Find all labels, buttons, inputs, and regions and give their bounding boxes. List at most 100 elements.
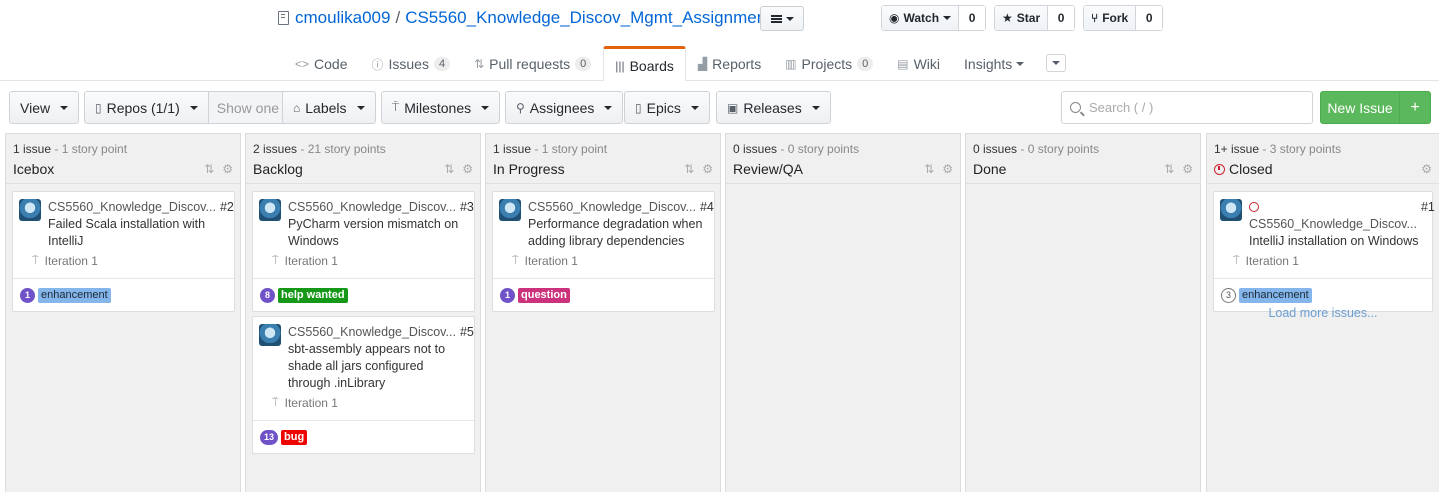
card-number[interactable]: #4 [700, 199, 714, 216]
book-icon: ▤ [897, 57, 909, 71]
card-title[interactable]: IntelliJ installation on Windows [1249, 233, 1424, 250]
story-points-badge: 1 [500, 287, 515, 303]
card-repo-name: CS5560_Knowledge_Discov... [288, 200, 456, 214]
column-issue-count: 1 issue [13, 142, 52, 156]
label-help-wanted[interactable]: help wanted [278, 287, 348, 303]
label-enhancement[interactable]: enhancement [38, 287, 111, 303]
gear-icon[interactable]: ⚙ [942, 162, 953, 176]
card-iteration: ⍑ Iteration 1 [272, 395, 466, 412]
column-header: 0 issues - 0 story points Review/QA ⇅ ⚙ [726, 134, 960, 184]
new-issue-button[interactable]: New Issue [1321, 92, 1400, 123]
star-count[interactable]: 0 [1048, 6, 1075, 30]
card-repo-name: CS5560_Knowledge_Discov... [288, 325, 456, 339]
column-icebox: 1 issue - 1 story point Icebox ⇅ ⚙ CS5560… [5, 133, 241, 492]
labels-dropdown[interactable]: ⌂ Labels [282, 91, 376, 124]
tab-issues[interactable]: ⓘ Issues 4 [359, 46, 462, 81]
repo-owner-link[interactable]: cmoulika009 [295, 8, 390, 28]
iteration-label[interactable]: Iteration 1 [45, 253, 98, 270]
closed-issue-icon [1249, 202, 1259, 212]
view-dropdown[interactable]: View [9, 91, 80, 124]
column-story-points: - 3 story points [1259, 142, 1342, 156]
card-number[interactable]: #3 [460, 199, 474, 216]
gear-icon[interactable]: ⚙ [1182, 162, 1193, 176]
watch-count[interactable]: 0 [959, 6, 986, 30]
column-story-points: - 0 story points [777, 142, 860, 156]
gear-icon[interactable]: ⚙ [462, 162, 473, 176]
new-issue-plus-button[interactable]: + [1400, 92, 1430, 123]
card-title[interactable]: Failed Scala installation with IntelliJ [48, 216, 226, 250]
tab-code[interactable]: <> Code [283, 46, 359, 81]
tab-wiki[interactable]: ▤ Wiki [885, 46, 952, 81]
card-number[interactable]: #1 [1421, 199, 1435, 233]
column-issue-count: 0 issues [733, 142, 778, 156]
card-number[interactable]: #2 [220, 199, 234, 216]
gear-icon[interactable]: ⚙ [222, 162, 233, 176]
repo-list-menu-button[interactable] [760, 6, 804, 31]
gear-icon[interactable]: ⚙ [1421, 162, 1432, 176]
column-issue-count: 1 issue [493, 142, 532, 156]
column-closed: 1+ issue - 3 story points Closed ⚙ CS556… [1206, 133, 1439, 492]
milestone-icon: ⍑ [1233, 255, 1240, 267]
iteration-label[interactable]: Iteration 1 [1246, 253, 1299, 270]
chevron-down-icon [60, 105, 69, 110]
column-story-points: - 1 story point [51, 142, 128, 156]
show-one-button[interactable]: Show one [207, 92, 288, 123]
card-iteration: ⍑ Iteration 1 [512, 253, 706, 270]
card-title[interactable]: sbt-assembly appears not to shade all ja… [288, 341, 466, 392]
label-bug[interactable]: bug [281, 429, 308, 445]
column-in-progress: 1 issue - 1 story point In Progress ⇅ ⚙ C… [485, 133, 721, 492]
card-title[interactable]: PyCharm version mismatch on Windows [288, 216, 466, 250]
tab-reports[interactable]: ▟ Reports [686, 46, 773, 81]
fork-button[interactable]: ⑂ Fork [1084, 6, 1137, 30]
issue-card[interactable]: CS5560_Knowledge_Discov... #5 sbt-assembl… [252, 316, 475, 454]
iteration-label[interactable]: Iteration 1 [525, 253, 578, 270]
issue-card[interactable]: CS5560_Knowledge_Discov... #4 Performance… [492, 191, 715, 312]
releases-dropdown[interactable]: ▣ Releases [716, 91, 831, 124]
card-title[interactable]: Performance degradation when adding libr… [528, 216, 706, 250]
sort-icon[interactable]: ⇅ [204, 162, 214, 176]
gear-icon[interactable]: ⚙ [702, 162, 713, 176]
column-meta: 1 issue - 1 story point [13, 142, 233, 156]
label-enhancement[interactable]: enhancement [1239, 287, 1312, 303]
star-button[interactable]: ★ Star [995, 6, 1049, 30]
iteration-label[interactable]: Iteration 1 [285, 253, 338, 270]
repos-dropdown[interactable]: ▯ Repos (1/1) [85, 92, 208, 123]
sort-icon[interactable]: ⇅ [1164, 162, 1174, 176]
sort-icon[interactable]: ⇅ [444, 162, 454, 176]
tab-projects[interactable]: ▥ Projects 0 [773, 46, 885, 81]
assignees-dropdown[interactable]: ⚲ Assignees [505, 91, 624, 124]
search-icon [1070, 102, 1081, 113]
repo-name-link[interactable]: CS5560_Knowledge_Discov_Mgmt_Assignments [405, 8, 779, 28]
epic-icon: ▯ [635, 100, 642, 115]
issue-card[interactable]: CS5560_Knowledge_Discov... #2 Failed Scal… [12, 191, 235, 312]
epics-dropdown[interactable]: ▯ Epics [624, 91, 710, 124]
tab-insights[interactable]: Insights [952, 46, 1036, 81]
card-body: CS5560_Knowledge_Discov... #1 IntelliJ in… [1233, 199, 1435, 270]
column-story-points: - 21 story points [297, 142, 386, 156]
search-input[interactable]: Search ( / ) [1061, 91, 1313, 124]
avatar [1220, 199, 1242, 221]
column-header: 1+ issue - 3 story points Closed ⚙ [1207, 134, 1439, 184]
watch-button[interactable]: ◉ Watch [882, 6, 960, 30]
watch-label: Watch [903, 11, 940, 25]
fork-icon: ⑂ [1091, 11, 1099, 25]
load-more-issues-link[interactable]: Load more issues... [1207, 306, 1439, 320]
fork-count[interactable]: 0 [1136, 6, 1163, 30]
card-repo: CS5560_Knowledge_Discov... #3 [288, 199, 474, 216]
sort-icon[interactable]: ⇅ [924, 162, 934, 176]
tab-pull-requests[interactable]: ⇅ Pull requests 0 [462, 46, 603, 81]
sort-icon[interactable]: ⇅ [684, 162, 694, 176]
tab-boards[interactable]: ||| Boards [603, 46, 686, 82]
more-tabs-button[interactable] [1046, 54, 1067, 72]
label-question[interactable]: question [518, 287, 570, 303]
issue-card[interactable]: CS5560_Knowledge_Discov... #3 PyCharm ver… [252, 191, 475, 312]
card-body: CS5560_Knowledge_Discov... #3 PyCharm ver… [272, 199, 474, 270]
iteration-label[interactable]: Iteration 1 [285, 395, 338, 412]
milestones-dropdown[interactable]: ⍑ Milestones [381, 91, 501, 124]
chevron-down-icon [481, 105, 490, 110]
column-meta: 1 issue - 1 story point [493, 142, 713, 156]
issue-card[interactable]: CS5560_Knowledge_Discov... #1 IntelliJ in… [1213, 191, 1435, 312]
column-controls: ⇅ ⚙ [436, 162, 473, 176]
card-number[interactable]: #5 [460, 324, 474, 341]
tab-counter: 0 [857, 57, 874, 71]
